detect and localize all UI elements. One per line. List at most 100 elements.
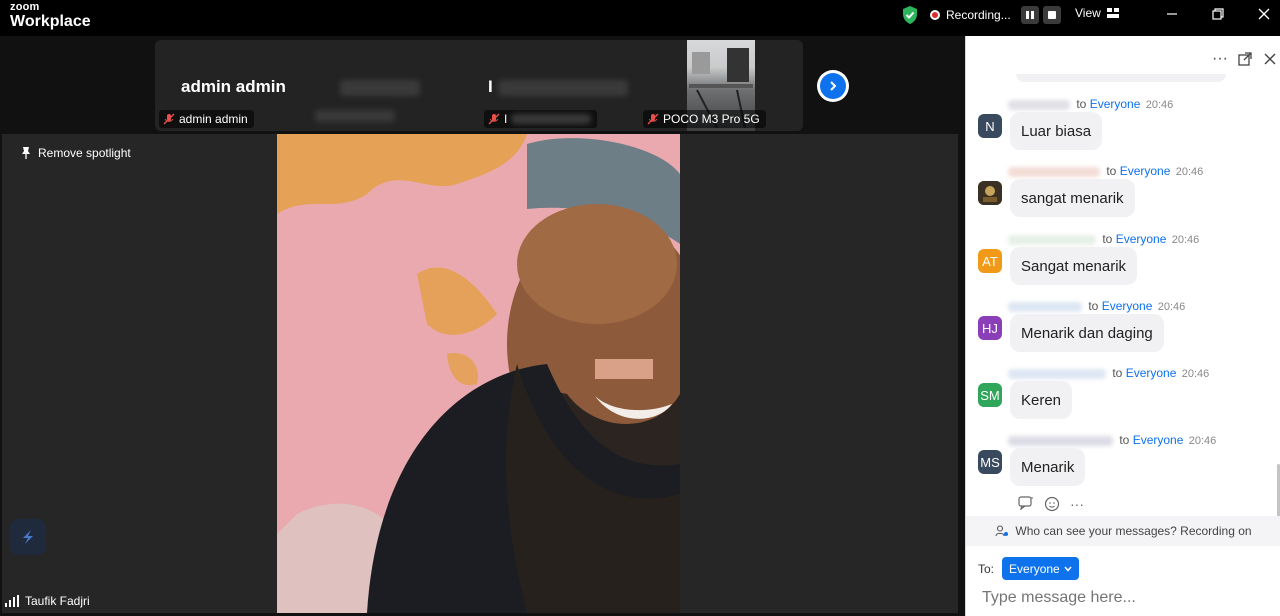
message-time: 20:46	[1175, 166, 1204, 178]
recipient-row: To: Everyone	[978, 557, 1079, 580]
recording-dot-icon	[930, 10, 940, 20]
stop-recording-button[interactable]	[1042, 6, 1061, 24]
view-menu-button[interactable]: View	[1075, 6, 1119, 20]
emoji-reaction-icon[interactable]	[1044, 496, 1060, 512]
visibility-notice-text: Who can see your messages? Recording on	[1015, 524, 1252, 538]
redacted-sender	[1008, 301, 1082, 312]
avatar[interactable]: AT	[978, 249, 1002, 273]
active-speaker-label: Taufik Fadjri	[5, 594, 90, 608]
to-label: to	[1088, 299, 1099, 313]
message-meta: to Everyone 20:46	[1008, 164, 1203, 178]
chat-message-input[interactable]	[982, 586, 1272, 610]
next-page-button[interactable]	[817, 70, 849, 102]
close-icon	[1258, 8, 1270, 20]
message-time: 20:46	[1145, 99, 1174, 111]
avatar-image[interactable]	[978, 181, 1002, 205]
redacted-sender	[1008, 435, 1113, 446]
mic-muted-icon	[647, 113, 659, 125]
participant-strip: admin admin admin admin I I POCO M3 Pro …	[155, 40, 803, 131]
message-meta: to Everyone 20:46	[1008, 366, 1209, 380]
participant-name: I	[504, 112, 508, 126]
message-bubble[interactable]: sangat menarik	[1010, 179, 1135, 217]
message-bubble[interactable]: Menarik	[1010, 448, 1086, 486]
participant-tile[interactable]: admin admin admin admin	[155, 40, 320, 131]
redacted-sender	[1008, 166, 1100, 177]
mic-muted-icon	[488, 113, 500, 125]
title-bar: zoom Workplace Recording... View	[0, 0, 1280, 36]
recipient-label: Everyone	[1119, 164, 1171, 178]
message-actions: ···	[1018, 496, 1084, 512]
remove-spotlight-label: Remove spotlight	[38, 146, 131, 160]
message-bubble[interactable]: Menarik dan daging	[1010, 314, 1164, 352]
pause-icon	[1025, 11, 1034, 19]
participant-tile[interactable]: I I	[480, 40, 670, 131]
avatar[interactable]: N	[978, 114, 1002, 138]
recipient-label: Everyone	[1101, 299, 1153, 313]
chat-panel: ··· to Everyone 20:46 N Luar biasa to Ev…	[965, 36, 1280, 616]
to-label: to	[1119, 433, 1130, 447]
pop-out-icon[interactable]	[1236, 50, 1254, 68]
message-bubble[interactable]: Sangat menarik	[1010, 247, 1138, 285]
restore-icon	[1212, 8, 1224, 20]
participant-name: POCO M3 Pro 5G	[663, 112, 760, 126]
visibility-notice[interactable]: Who can see your messages? Recording on	[966, 516, 1280, 546]
previous-message-bubble	[1016, 74, 1226, 82]
recipient-label: Everyone	[1089, 97, 1141, 111]
avatar[interactable]: SM	[978, 383, 1002, 407]
more-options-icon[interactable]: ···	[1211, 50, 1229, 68]
spotlight-video[interactable]	[277, 134, 680, 613]
meeting-area: admin admin admin admin I I POCO M3 Pro …	[0, 36, 965, 616]
reply-icon[interactable]	[1018, 496, 1034, 510]
to-prefix: To:	[978, 561, 995, 576]
recipient-label: Everyone	[1125, 366, 1177, 380]
redacted-sender	[1008, 368, 1106, 379]
zoom-meeting-window: zoom Workplace Recording... View admin a…	[0, 0, 1280, 616]
avatar[interactable]: MS	[978, 450, 1002, 474]
recording-label[interactable]: Recording...	[946, 8, 1011, 22]
redacted-label	[315, 110, 395, 122]
message-time: 20:46	[1171, 234, 1200, 246]
to-label: to	[1076, 97, 1087, 111]
message-time: 20:46	[1157, 301, 1186, 313]
speaker-video-image	[277, 134, 680, 613]
restore-button[interactable]	[1206, 5, 1230, 23]
avatar[interactable]: HJ	[978, 316, 1002, 340]
remove-spotlight-button[interactable]: Remove spotlight	[20, 146, 131, 160]
participant-label: I	[484, 110, 598, 128]
to-label: to	[1112, 366, 1123, 380]
minimize-button[interactable]	[1160, 5, 1184, 23]
participant-display-name: I	[488, 77, 493, 96]
pause-recording-button[interactable]	[1020, 6, 1039, 24]
to-label: to	[1106, 164, 1117, 178]
app-logo: zoom Workplace	[10, 2, 91, 30]
more-actions-icon[interactable]: ···	[1070, 496, 1084, 512]
message-meta: to Everyone 20:46	[1008, 433, 1216, 447]
message-meta: to Everyone 20:46	[1008, 232, 1199, 246]
redacted-label	[511, 114, 592, 124]
signal-strength-icon	[5, 595, 19, 607]
message-time: 20:46	[1181, 368, 1210, 380]
people-icon	[995, 525, 1009, 537]
pin-icon	[22, 147, 30, 159]
speaker-name: Taufik Fadjri	[25, 594, 90, 608]
brand-small: zoom	[10, 1, 40, 13]
recipient-label: Everyone	[1115, 232, 1167, 246]
participant-label: admin admin	[159, 110, 254, 128]
chevron-down-icon	[1064, 566, 1072, 572]
to-label: to	[1102, 232, 1113, 246]
message-bubble[interactable]: Luar biasa	[1010, 112, 1103, 150]
recording-controls: Recording...	[900, 4, 1061, 26]
close-chat-icon[interactable]	[1261, 50, 1279, 68]
whiteboard-app-icon[interactable]	[10, 519, 46, 555]
redacted-sender	[1008, 99, 1070, 110]
redacted-sender	[1008, 234, 1096, 245]
shield-check-icon[interactable]	[900, 5, 920, 25]
minimize-icon	[1167, 13, 1177, 15]
redacted-name	[340, 80, 420, 96]
close-window-button[interactable]	[1252, 5, 1276, 23]
message-bubble[interactable]: Keren	[1010, 381, 1073, 419]
recipient-dropdown[interactable]: Everyone	[1002, 557, 1079, 580]
chat-header: ···	[966, 36, 1280, 82]
message-time: 20:46	[1188, 435, 1217, 447]
recipient-dropdown-label: Everyone	[1009, 561, 1060, 576]
